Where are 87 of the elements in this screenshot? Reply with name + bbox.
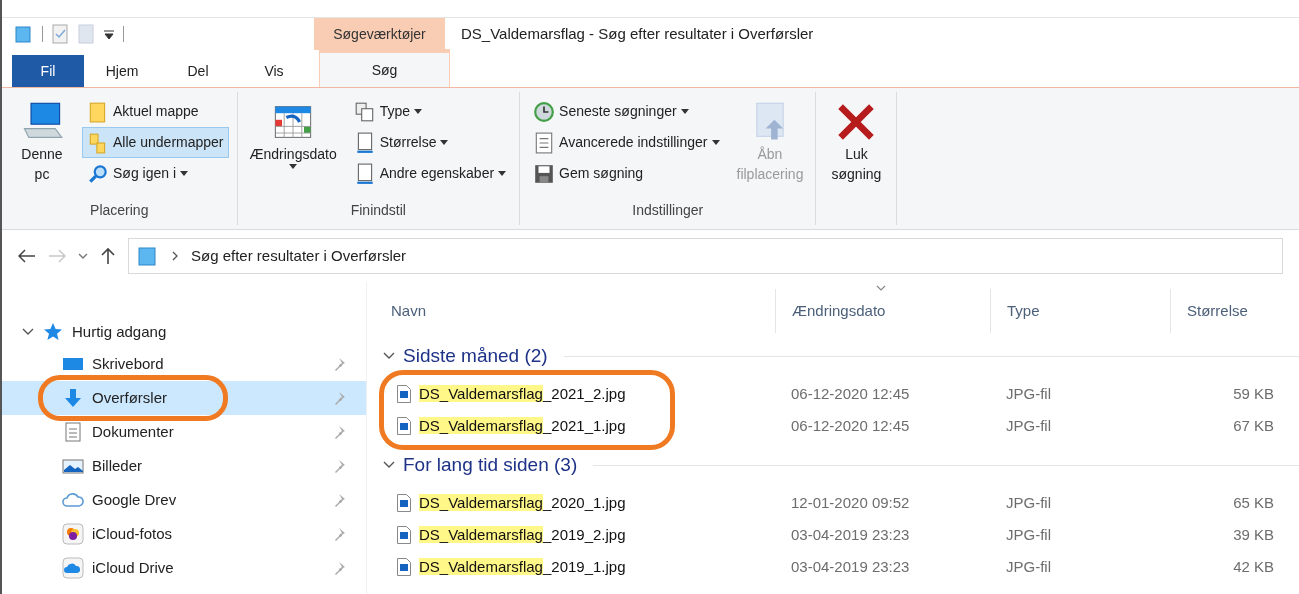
- ribbon-tab[interactable]: Fil: [12, 55, 84, 87]
- date-cell-text: 12-01-2020 09:52: [790, 492, 911, 513]
- type-cell-text: JPG-fil: [1005, 524, 1052, 545]
- cloud-icon: [62, 557, 84, 579]
- chevron-icon[interactable]: [383, 351, 395, 361]
- ribbon-button[interactable]: Gem søgning: [528, 158, 725, 189]
- pin-icon[interactable]: [334, 391, 346, 405]
- customize-menu-icon[interactable]: [103, 28, 115, 40]
- column-header[interactable]: Navn: [375, 289, 775, 333]
- image-file-icon: [397, 417, 411, 435]
- file-name[interactable]: DS_Valdemarsflag_2021_2.jpg: [419, 382, 626, 406]
- up-arrow-icon[interactable]: [100, 247, 116, 265]
- size-cell-text: 67 KB: [1232, 415, 1275, 436]
- tree-item[interactable]: Billeder: [2, 449, 366, 483]
- column-header[interactable]: Ændringsdato: [775, 289, 990, 333]
- ribbon-button[interactable]: Luk søgning: [824, 96, 889, 184]
- documents-icon: [62, 421, 84, 443]
- tree-item[interactable]: Hurtig adgang: [2, 317, 366, 347]
- pin-icon[interactable]: [334, 493, 346, 507]
- ribbon-button[interactable]: Størrelse: [348, 127, 512, 158]
- ribbon-button[interactable]: Ændringsdato: [245, 96, 341, 169]
- back-arrow-icon[interactable]: [18, 249, 36, 263]
- size-cell-text: 42 KB: [1232, 556, 1275, 577]
- download-icon: [62, 387, 84, 409]
- type-cell-text: JPG-fil: [1005, 415, 1052, 436]
- chevron-icon[interactable]: [383, 460, 395, 470]
- date-cell-text: 06-12-2020 12:45: [790, 383, 911, 404]
- ribbon-button[interactable]: Alle undermapper: [82, 127, 229, 158]
- pin-icon[interactable]: [334, 357, 346, 371]
- pages-icon: [353, 100, 376, 123]
- size-cell-text: 59 KB: [1232, 383, 1275, 404]
- file-name[interactable]: DS_Valdemarsflag_2021_1.jpg: [419, 414, 626, 438]
- size-cell-text: 65 KB: [1232, 492, 1275, 513]
- ribbon-button[interactable]: Type: [348, 96, 512, 127]
- address-bar[interactable]: Søg efter resultater i Overførsler: [128, 238, 1283, 274]
- ribbon-button[interactable]: Seneste søgninger: [528, 96, 725, 127]
- image-file-icon: [397, 526, 411, 544]
- properties-icon[interactable]: [51, 24, 69, 44]
- file-name[interactable]: DS_Valdemarsflag_2019_1.jpg: [419, 555, 626, 579]
- chevron-icon[interactable]: [22, 327, 34, 337]
- address-text: Søg efter resultater i Overførsler: [191, 245, 407, 266]
- date-cell-text: 03-04-2019 23:23: [790, 524, 911, 545]
- type-cell-text: JPG-fil: [1005, 383, 1052, 404]
- chevron-icon[interactable]: [78, 252, 88, 260]
- tree-item[interactable]: iCloud Drive: [2, 551, 366, 585]
- image-file-icon: [397, 494, 411, 512]
- tree-item[interactable]: Dokumenter: [2, 415, 366, 449]
- pin-icon[interactable]: [334, 459, 346, 473]
- ribbon-tab[interactable]: Vis: [236, 55, 312, 87]
- group-header[interactable]: Sidste måned (2): [403, 341, 548, 371]
- column-header[interactable]: Størrelse: [1170, 289, 1290, 333]
- type-cell-text: JPG-fil: [1005, 492, 1052, 513]
- column-header[interactable]: Type: [990, 289, 1170, 333]
- window-title: DS_Valdemarsflag - Søg efter resultater i Overførsler: [460, 23, 814, 44]
- pin-icon[interactable]: [334, 561, 346, 575]
- ribbon-tab[interactable]: Del: [160, 55, 236, 87]
- date-cell-text: 06-12-2020 12:45: [790, 415, 911, 436]
- pin-icon[interactable]: [334, 527, 346, 541]
- ribbon-tab[interactable]: Hjem: [84, 55, 160, 87]
- file-name[interactable]: DS_Valdemarsflag_2020_1.jpg: [419, 491, 626, 515]
- tree-item[interactable]: Skrivebord: [2, 347, 366, 381]
- pin-icon[interactable]: [334, 425, 346, 439]
- context-tab-group-label: Søgeværktøjer: [314, 18, 445, 50]
- type-cell-text: JPG-fil: [1005, 556, 1052, 577]
- ribbon-button[interactable]: Avancerede indstillinger: [528, 127, 725, 158]
- date-cell-text: 03-04-2019 23:23: [790, 556, 911, 577]
- clock-icon: [533, 100, 556, 123]
- size-cell-text: 39 KB: [1232, 524, 1275, 545]
- ribbon-button[interactable]: Andre egenskaber: [348, 158, 512, 189]
- photos-icon: [62, 523, 84, 545]
- ribbon-tab[interactable]: Søg: [319, 49, 450, 87]
- tree-item[interactable]: Google Drev: [2, 483, 366, 517]
- group-label: Finindstil: [349, 201, 407, 220]
- file-name[interactable]: DS_Valdemarsflag_2019_2.jpg: [419, 523, 626, 547]
- tree-item[interactable]: iCloud-fotos: [2, 517, 366, 551]
- chevron-icon: [171, 251, 179, 261]
- ribbon-button[interactable]: Aktuel mappe: [82, 96, 229, 127]
- search-icon: [87, 162, 109, 185]
- ribbon-button[interactable]: Denne pc: [10, 96, 74, 184]
- group-header[interactable]: For lang tid siden (3): [403, 450, 578, 480]
- tree-item[interactable]: Overførsler: [2, 381, 366, 415]
- image-file-icon: [397, 558, 411, 576]
- image-file-icon: [397, 385, 411, 403]
- ribbon-button[interactable]: Søg igen i: [82, 158, 229, 189]
- group-label: Placering: [89, 201, 150, 220]
- group-label: Indstillinger: [631, 201, 705, 220]
- floppy-icon: [533, 162, 556, 185]
